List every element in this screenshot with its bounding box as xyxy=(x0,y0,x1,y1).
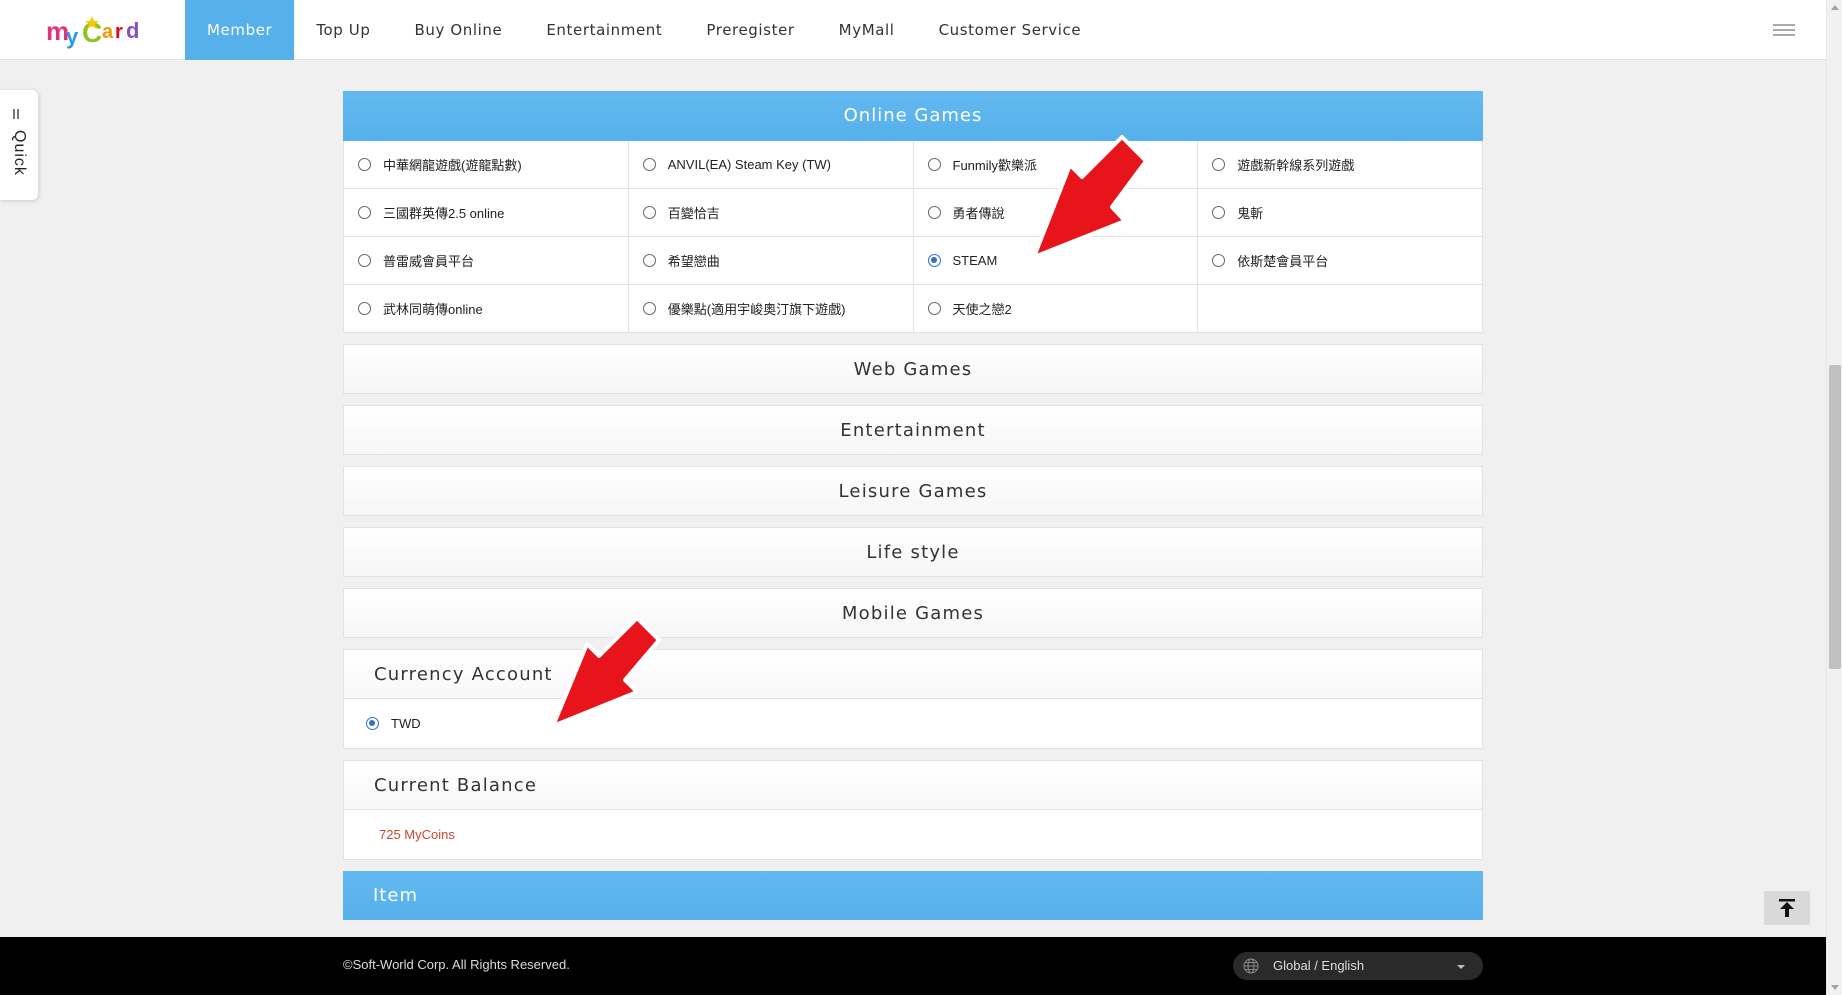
quick-side-tab[interactable]: Quick xyxy=(0,90,38,200)
logo-letter-r: r xyxy=(115,21,123,43)
currency-account-title: Currency Account xyxy=(344,650,1482,699)
game-option[interactable]: 希望戀曲 xyxy=(628,237,914,285)
top-navigation: m y C a r d Member Top Up Buy Online Entert… xyxy=(0,0,1826,60)
game-option-label: Funmily歡樂派 xyxy=(952,158,1038,173)
game-option[interactable]: 普雷威會員平台 xyxy=(344,237,629,285)
game-option-label: 三國群英傳2.5 online xyxy=(383,206,505,221)
current-balance-title: Current Balance xyxy=(344,761,1482,810)
category-entertainment[interactable]: Entertainment xyxy=(343,405,1483,455)
nav-item-preregister[interactable]: Preregister xyxy=(684,0,816,60)
game-radio[interactable] xyxy=(358,254,371,267)
game-option[interactable]: 鬼斬 xyxy=(1198,189,1483,237)
game-radio[interactable] xyxy=(1212,206,1226,219)
game-option-label: 普雷威會員平台 xyxy=(383,254,475,269)
currency-account-panel: Currency Account TWD xyxy=(343,649,1483,749)
game-option-label: 依斯楚會員平台 xyxy=(1237,254,1329,269)
game-option[interactable]: 武林同萌傳online xyxy=(344,285,629,333)
game-option-label: 希望戀曲 xyxy=(667,254,720,269)
currency-option-twd[interactable]: TWD xyxy=(344,699,1482,748)
language-label: Global / English xyxy=(1273,958,1365,973)
nav-item-entertainment[interactable]: Entertainment xyxy=(524,0,684,60)
game-radio[interactable] xyxy=(642,302,656,315)
game-option[interactable]: 遊戲新幹線系列遊戲 xyxy=(1198,141,1483,189)
scroll-down-arrow-icon[interactable] xyxy=(1831,985,1839,990)
logo-letter-a: a xyxy=(102,21,114,43)
currency-radio[interactable] xyxy=(366,717,379,730)
nav-item-member[interactable]: Member xyxy=(185,0,295,60)
online-games-grid: 中華網龍遊戲(遊龍點數) ANVIL(EA) Steam Key (TW) Funm… xyxy=(343,141,1483,333)
quick-label: Quick xyxy=(11,130,28,176)
category-leisure-games[interactable]: Leisure Games xyxy=(343,466,1483,516)
item-section-header[interactable]: Item xyxy=(343,871,1483,920)
page-scrollbar[interactable] xyxy=(1826,0,1842,995)
game-option-label: 武林同萌傳online xyxy=(383,302,483,317)
nav-item-top-up[interactable]: Top Up xyxy=(294,0,392,60)
back-to-top-icon xyxy=(1779,899,1795,917)
globe-icon xyxy=(1243,958,1259,974)
game-option[interactable]: ANVIL(EA) Steam Key (TW) xyxy=(628,141,914,189)
scroll-up-arrow-icon[interactable] xyxy=(1831,5,1839,10)
logo-letter-y: y xyxy=(66,24,79,49)
main-content: Online Games 中華網龍遊戲(遊龍點數) ANVIL(EA) Steam… xyxy=(343,91,1483,920)
balance-value: 725 MyCoins xyxy=(379,827,455,842)
hamburger-icon[interactable] xyxy=(1773,24,1795,36)
game-radio[interactable] xyxy=(927,158,941,171)
caret-down-icon xyxy=(1457,965,1465,969)
game-option[interactable]: 依斯楚會員平台 xyxy=(1198,237,1483,285)
footer: ©Soft-World Corp. All Rights Reserved. G… xyxy=(0,937,1826,995)
game-radio[interactable] xyxy=(1212,254,1226,267)
game-option[interactable]: 百變恰吉 xyxy=(628,189,914,237)
game-radio[interactable] xyxy=(642,254,656,267)
game-radio[interactable] xyxy=(358,206,371,219)
language-selector[interactable]: Global / English xyxy=(1233,952,1483,980)
game-option-label: 優樂點(適用宇峻奧汀旗下遊戲) xyxy=(667,302,846,317)
game-option[interactable]: 三國群英傳2.5 online xyxy=(344,189,629,237)
game-option-label: 百變恰吉 xyxy=(667,206,720,221)
back-to-top-button[interactable] xyxy=(1764,891,1810,925)
game-radio[interactable] xyxy=(358,158,371,171)
game-radio[interactable] xyxy=(642,206,656,219)
game-option[interactable]: 天使之戀2 xyxy=(913,285,1199,333)
logo-letter-d: d xyxy=(126,18,139,43)
list-icon xyxy=(13,104,23,119)
annotation-arrow-currency-icon xyxy=(551,616,661,728)
category-mobile-games[interactable]: Mobile Games xyxy=(343,588,1483,638)
game-radio[interactable] xyxy=(642,158,656,171)
game-option-label: 勇者傳說 xyxy=(952,206,1005,221)
mycard-logo[interactable]: m y C a r d xyxy=(44,10,144,50)
annotation-arrow-steam-icon xyxy=(1032,135,1148,259)
copyright-text: ©Soft-World Corp. All Rights Reserved. xyxy=(343,957,570,972)
nav-item-customer-service[interactable]: Customer Service xyxy=(917,0,1104,60)
category-life-style[interactable]: Life style xyxy=(343,527,1483,577)
game-option-label: 遊戲新幹線系列遊戲 xyxy=(1237,158,1355,173)
game-option[interactable]: 優樂點(適用宇峻奧汀旗下遊戲) xyxy=(628,285,914,333)
main-menu: Member Top Up Buy Online Entertainment Prere… xyxy=(185,0,1103,60)
game-option-label: 中華網龍遊戲(遊龍點數) xyxy=(383,158,522,173)
nav-item-buy-online[interactable]: Buy Online xyxy=(393,0,525,60)
game-option[interactable]: 中華網龍遊戲(遊龍點數) xyxy=(344,141,629,189)
game-radio[interactable] xyxy=(1212,158,1226,171)
online-games-header[interactable]: Online Games xyxy=(343,91,1483,141)
currency-option-label: TWD xyxy=(391,716,421,731)
category-web-games[interactable]: Web Games xyxy=(343,344,1483,394)
game-option-label: ANVIL(EA) Steam Key (TW) xyxy=(667,157,831,172)
game-radio[interactable] xyxy=(927,254,941,267)
balance-row: 725 MyCoins xyxy=(344,810,1482,859)
game-option-label: 鬼斬 xyxy=(1237,206,1264,221)
game-option-label: STEAM xyxy=(952,253,998,268)
game-radio[interactable] xyxy=(927,302,941,315)
game-option-label: 天使之戀2 xyxy=(952,302,1012,317)
nav-item-mymall[interactable]: MyMall xyxy=(817,0,917,60)
game-radio[interactable] xyxy=(358,302,371,315)
scrollbar-thumb[interactable] xyxy=(1829,365,1841,669)
game-cell-empty xyxy=(1198,285,1483,333)
current-balance-panel: Current Balance 725 MyCoins xyxy=(343,760,1483,860)
game-radio[interactable] xyxy=(927,206,941,219)
